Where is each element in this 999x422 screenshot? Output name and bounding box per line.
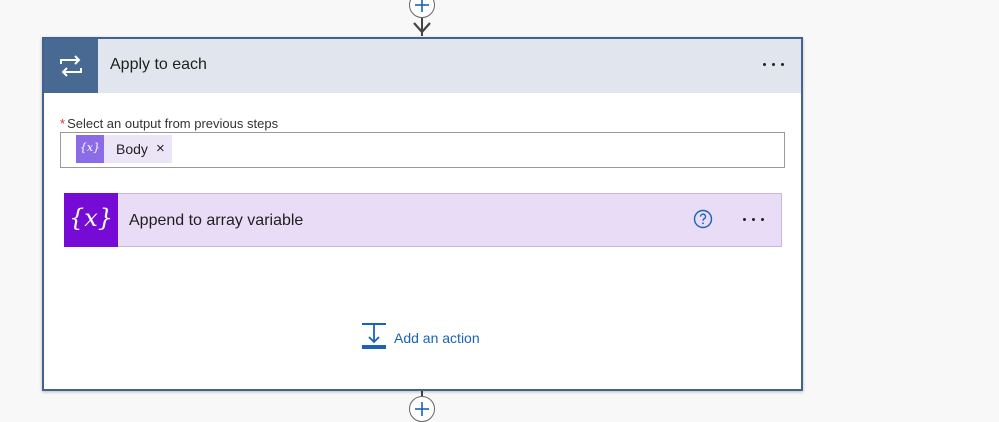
arrow-down-icon bbox=[413, 22, 431, 34]
select-output-input[interactable]: {x} Body × bbox=[60, 132, 785, 168]
add-action-icon bbox=[362, 323, 386, 349]
loop-icon bbox=[44, 39, 98, 93]
variable-icon: {x} bbox=[64, 193, 118, 247]
remove-token-icon[interactable]: × bbox=[156, 141, 165, 157]
apply-to-each-header[interactable]: Apply to each bbox=[44, 39, 801, 93]
token-label: Body bbox=[116, 141, 148, 157]
append-to-array-variable-card[interactable]: {x} Append to array variable bbox=[64, 193, 782, 247]
insert-step-icon[interactable] bbox=[409, 396, 435, 422]
select-output-label: * Select an output from previous steps bbox=[60, 116, 278, 131]
required-marker: * bbox=[60, 116, 66, 131]
append-to-array-variable-title: Append to array variable bbox=[129, 212, 304, 229]
add-an-action-label: Add an action bbox=[394, 330, 480, 346]
select-output-label-text: Select an output from previous steps bbox=[67, 116, 279, 131]
dynamic-content-token[interactable]: {x} Body × bbox=[76, 135, 172, 163]
more-options-icon[interactable] bbox=[757, 53, 791, 77]
help-icon[interactable] bbox=[693, 209, 713, 229]
expression-icon: {x} bbox=[76, 135, 104, 163]
apply-to-each-title: Apply to each bbox=[110, 56, 207, 73]
more-options-icon[interactable] bbox=[737, 208, 771, 232]
add-an-action-button[interactable]: Add an action bbox=[360, 322, 490, 352]
apply-to-each-card: Apply to each * Select an output from pre… bbox=[42, 37, 803, 391]
insert-step-icon[interactable] bbox=[409, 0, 435, 18]
